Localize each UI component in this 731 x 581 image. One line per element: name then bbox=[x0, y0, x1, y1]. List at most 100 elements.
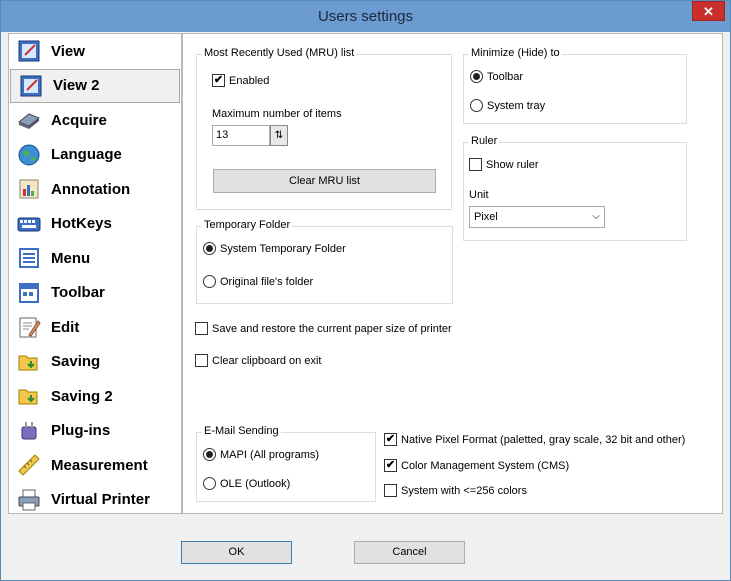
email-ole-label: OLE (Outlook) bbox=[220, 477, 291, 490]
sidebar-item-view[interactable]: View bbox=[9, 34, 181, 69]
temp-folder-group-title: Temporary Folder bbox=[202, 219, 293, 231]
mru-enabled-label: Enabled bbox=[229, 74, 270, 87]
temp-original-radio[interactable]: Original file's folder bbox=[203, 275, 313, 288]
sidebar-item-label: View bbox=[51, 42, 85, 60]
sidebar-item-label: Virtual Printer bbox=[51, 491, 150, 509]
spin-arrows-icon[interactable]: ⇅ bbox=[270, 125, 288, 146]
view-icon bbox=[18, 40, 40, 62]
unit-label: Unit bbox=[469, 189, 489, 201]
minimize-tray-radio[interactable]: System tray bbox=[470, 99, 545, 112]
keyboard-icon bbox=[17, 217, 41, 232]
printer-icon bbox=[18, 489, 40, 511]
mru-group: Most Recently Used (MRU) list ✔ Enabled … bbox=[196, 47, 452, 210]
temp-system-radio[interactable]: System Temporary Folder bbox=[203, 242, 346, 255]
temp-system-label: System Temporary Folder bbox=[220, 242, 346, 255]
checkbox-box: ✔ bbox=[212, 74, 225, 87]
window-title: Users settings bbox=[317, 8, 414, 25]
sidebar-item-label: Saving 2 bbox=[51, 387, 113, 405]
mru-group-title: Most Recently Used (MRU) list bbox=[202, 47, 357, 59]
close-button[interactable]: ✕ bbox=[692, 1, 725, 21]
sidebar-item-label: Edit bbox=[51, 318, 80, 336]
checkbox-box: ✔ bbox=[384, 433, 397, 446]
unit-select[interactable]: Pixel ⌵ bbox=[469, 206, 605, 228]
sidebar-item-label: Acquire bbox=[51, 111, 107, 129]
category-sidebar: View View 2 Acquire Language Annotation … bbox=[8, 33, 182, 514]
annotation-icon bbox=[19, 179, 39, 199]
sidebar-item-measurement[interactable]: Measurement bbox=[9, 448, 181, 483]
radio-button bbox=[203, 275, 216, 288]
sidebar-item-hotkeys[interactable]: HotKeys bbox=[9, 207, 181, 242]
minimize-toolbar-radio[interactable]: Toolbar bbox=[470, 70, 523, 83]
show-ruler-checkbox[interactable]: Show ruler bbox=[469, 158, 539, 171]
minimize-toolbar-label: Toolbar bbox=[487, 70, 524, 83]
folder-save-2-icon bbox=[18, 389, 38, 405]
radio-button bbox=[470, 99, 483, 112]
sidebar-item-label: Plug-ins bbox=[51, 422, 111, 440]
sidebar-item-label: HotKeys bbox=[51, 215, 112, 233]
plugin-icon bbox=[21, 421, 37, 440]
minimize-group-title: Minimize (Hide) to bbox=[469, 47, 562, 59]
mru-max-label: Maximum number of items bbox=[212, 108, 342, 120]
sidebar-item-label: Saving bbox=[51, 353, 101, 371]
color-management-label: Color Management System (CMS) bbox=[401, 459, 570, 472]
email-mapi-radio[interactable]: MAPI (All programs) bbox=[203, 448, 319, 461]
email-group: E-Mail Sending MAPI (All programs) OLE (… bbox=[196, 425, 376, 502]
folder-save-icon bbox=[18, 355, 38, 371]
show-ruler-label: Show ruler bbox=[486, 158, 539, 171]
view-2-icon bbox=[20, 75, 42, 97]
ruler-group: Ruler Show ruler Unit Pixel ⌵ bbox=[463, 135, 687, 241]
checkbox-box bbox=[469, 158, 482, 171]
scanner-icon bbox=[18, 113, 40, 130]
system-256-colors-label: System with <=256 colors bbox=[401, 484, 527, 497]
checkbox-box bbox=[195, 354, 208, 367]
sidebar-item-virtual-printer[interactable]: Virtual Printer bbox=[9, 483, 181, 518]
email-ole-radio[interactable]: OLE (Outlook) bbox=[203, 477, 290, 490]
ruler-group-title: Ruler bbox=[469, 135, 500, 147]
sidebar-item-label: View 2 bbox=[53, 77, 100, 95]
radio-button bbox=[203, 242, 216, 255]
clear-mru-button[interactable]: Clear MRU list bbox=[213, 169, 436, 193]
checkbox-box bbox=[384, 484, 397, 497]
sidebar-item-view-2[interactable]: View 2 bbox=[10, 68, 180, 103]
radio-button bbox=[470, 70, 483, 83]
radio-button bbox=[203, 448, 216, 461]
chevron-down-icon: ⌵ bbox=[592, 211, 600, 222]
title-bar: Users settings ✕ bbox=[1, 1, 730, 32]
sidebar-item-annotation[interactable]: Annotation bbox=[9, 172, 181, 207]
save-paper-size-label: Save and restore the current paper size … bbox=[212, 322, 452, 335]
system-256-colors-checkbox[interactable]: System with <=256 colors bbox=[384, 484, 527, 497]
ok-button[interactable]: OK bbox=[181, 541, 292, 564]
sidebar-item-label: Menu bbox=[51, 249, 91, 267]
sidebar-item-label: Measurement bbox=[51, 456, 148, 474]
sidebar-item-label: Annotation bbox=[51, 180, 131, 198]
clear-clipboard-checkbox[interactable]: Clear clipboard on exit bbox=[195, 354, 321, 367]
toolbar-icon bbox=[19, 282, 39, 303]
sidebar-item-menu[interactable]: Menu bbox=[9, 241, 181, 276]
sidebar-item-saving-2[interactable]: Saving 2 bbox=[9, 379, 181, 414]
minimize-group: Minimize (Hide) to Toolbar System tray bbox=[463, 47, 687, 124]
mru-enabled-checkbox[interactable]: ✔ Enabled bbox=[212, 74, 269, 87]
save-paper-size-checkbox[interactable]: Save and restore the current paper size … bbox=[195, 322, 452, 335]
settings-panel: Most Recently Used (MRU) list ✔ Enabled … bbox=[182, 33, 723, 514]
mru-max-stepper[interactable]: 13 ⇅ bbox=[212, 125, 288, 146]
color-management-checkbox[interactable]: ✔ Color Management System (CMS) bbox=[384, 459, 569, 472]
sidebar-item-edit[interactable]: Edit bbox=[9, 310, 181, 345]
email-group-title: E-Mail Sending bbox=[202, 425, 281, 437]
email-mapi-label: MAPI (All programs) bbox=[220, 448, 320, 461]
native-pixel-format-label: Native Pixel Format (paletted, gray scal… bbox=[401, 433, 686, 446]
checkbox-box: ✔ bbox=[384, 459, 397, 472]
sidebar-item-acquire[interactable]: Acquire bbox=[9, 103, 181, 138]
temp-original-label: Original file's folder bbox=[220, 275, 314, 288]
sidebar-item-toolbar[interactable]: Toolbar bbox=[9, 276, 181, 311]
unit-select-value: Pixel bbox=[474, 211, 498, 223]
native-pixel-format-checkbox[interactable]: ✔ Native Pixel Format (paletted, gray sc… bbox=[384, 433, 685, 446]
globe-icon bbox=[18, 144, 40, 166]
sidebar-item-saving[interactable]: Saving bbox=[9, 345, 181, 380]
checkbox-box bbox=[195, 322, 208, 335]
mru-max-value[interactable]: 13 bbox=[212, 125, 270, 146]
cancel-button[interactable]: Cancel bbox=[354, 541, 465, 564]
edit-icon bbox=[19, 317, 41, 338]
sidebar-item-language[interactable]: Language bbox=[9, 138, 181, 173]
sidebar-item-plug-ins[interactable]: Plug-ins bbox=[9, 414, 181, 449]
sidebar-item-label: Language bbox=[51, 146, 122, 164]
